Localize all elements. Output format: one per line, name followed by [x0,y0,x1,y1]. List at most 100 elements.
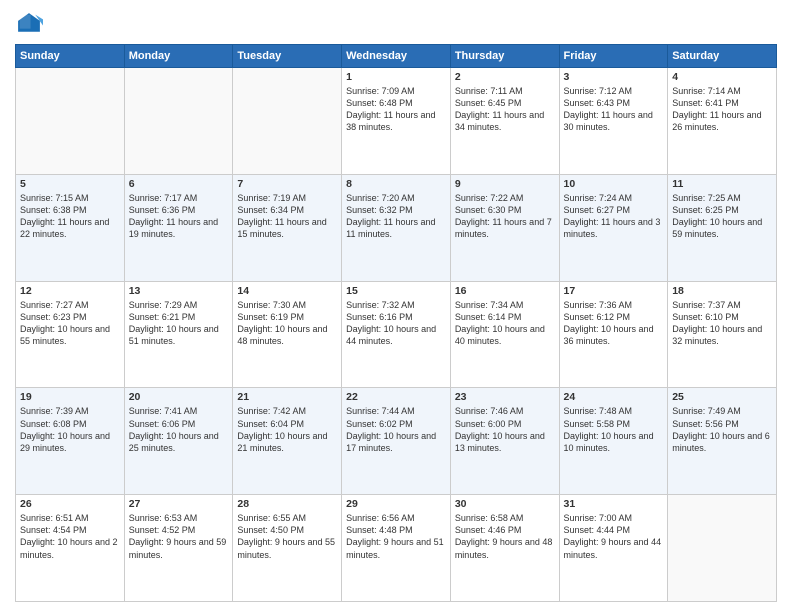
day-info: Sunrise: 7:29 AM Sunset: 6:21 PM Dayligh… [129,299,229,348]
day-info: Sunrise: 7:39 AM Sunset: 6:08 PM Dayligh… [20,405,120,454]
day-number: 4 [672,71,772,83]
calendar-cell: 29 Sunrise: 6:56 AM Sunset: 4:48 PM Dayli… [342,495,451,602]
calendar-cell: 10 Sunrise: 7:24 AM Sunset: 6:27 PM Dayli… [559,174,668,281]
day-of-week-header: Friday [559,45,668,68]
day-info: Sunrise: 7:24 AM Sunset: 6:27 PM Dayligh… [564,192,664,241]
page: SundayMondayTuesdayWednesdayThursdayFrid… [0,0,792,612]
day-number: 17 [564,285,664,297]
day-number: 10 [564,178,664,190]
day-number: 13 [129,285,229,297]
day-number: 22 [346,391,446,403]
day-number: 31 [564,498,664,510]
day-number: 9 [455,178,555,190]
day-number: 6 [129,178,229,190]
calendar-cell: 6 Sunrise: 7:17 AM Sunset: 6:36 PM Daylig… [124,174,233,281]
day-info: Sunrise: 7:09 AM Sunset: 6:48 PM Dayligh… [346,85,446,134]
day-info: Sunrise: 7:15 AM Sunset: 6:38 PM Dayligh… [20,192,120,241]
day-info: Sunrise: 7:32 AM Sunset: 6:16 PM Dayligh… [346,299,446,348]
calendar-cell: 11Sunrise: 7:25 AM Sunset: 6:25 PM Dayli… [668,174,777,281]
calendar-cell: 28Sunrise: 6:55 AM Sunset: 4:50 PM Dayli… [233,495,342,602]
day-number: 16 [455,285,555,297]
calendar-cell: 17 Sunrise: 7:36 AM Sunset: 6:12 PM Dayli… [559,281,668,388]
day-number: 12 [20,285,120,297]
calendar-cell [16,68,125,175]
day-info: Sunrise: 7:22 AM Sunset: 6:30 PM Dayligh… [455,192,555,241]
calendar-cell [233,68,342,175]
calendar-cell: 3Sunrise: 7:12 AM Sunset: 6:43 PM Daylig… [559,68,668,175]
calendar-cell: 25Sunrise: 7:49 AM Sunset: 5:56 PM Dayli… [668,388,777,495]
day-number: 1 [346,71,446,83]
calendar-week-row: 19 Sunrise: 7:39 AM Sunset: 6:08 PM Dayli… [16,388,777,495]
day-number: 23 [455,391,555,403]
day-number: 30 [455,498,555,510]
day-of-week-header: Monday [124,45,233,68]
day-info: Sunrise: 6:53 AM Sunset: 4:52 PM Dayligh… [129,512,229,561]
day-of-week-header: Thursday [450,45,559,68]
calendar-cell: 8 Sunrise: 7:20 AM Sunset: 6:32 PM Daylig… [342,174,451,281]
calendar-cell: 5Sunrise: 7:15 AM Sunset: 6:38 PM Daylig… [16,174,125,281]
calendar-week-row: 12 Sunrise: 7:27 AM Sunset: 6:23 PM Dayli… [16,281,777,388]
calendar-cell: 30 Sunrise: 6:58 AM Sunset: 4:46 PM Dayli… [450,495,559,602]
day-info: Sunrise: 6:56 AM Sunset: 4:48 PM Dayligh… [346,512,446,561]
calendar-cell: 7Sunrise: 7:19 AM Sunset: 6:34 PM Daylig… [233,174,342,281]
calendar-cell: 23 Sunrise: 7:46 AM Sunset: 6:00 PM Dayli… [450,388,559,495]
day-of-week-header: Wednesday [342,45,451,68]
day-info: Sunrise: 6:58 AM Sunset: 4:46 PM Dayligh… [455,512,555,561]
day-of-week-header: Sunday [16,45,125,68]
calendar-cell: 21Sunrise: 7:42 AM Sunset: 6:04 PM Dayli… [233,388,342,495]
calendar-cell: 18Sunrise: 7:37 AM Sunset: 6:10 PM Dayli… [668,281,777,388]
calendar-cell: 27Sunrise: 6:53 AM Sunset: 4:52 PM Dayli… [124,495,233,602]
logo [15,10,47,38]
calendar-cell: 14 Sunrise: 7:30 AM Sunset: 6:19 PM Dayli… [233,281,342,388]
calendar-cell: 31 Sunrise: 7:00 AM Sunset: 4:44 PM Dayli… [559,495,668,602]
day-info: Sunrise: 7:36 AM Sunset: 6:12 PM Dayligh… [564,299,664,348]
logo-icon [15,10,43,38]
day-number: 18 [672,285,772,297]
calendar-cell: 9 Sunrise: 7:22 AM Sunset: 6:30 PM Daylig… [450,174,559,281]
calendar-cell: 2 Sunrise: 7:11 AM Sunset: 6:45 PM Daylig… [450,68,559,175]
day-info: Sunrise: 7:00 AM Sunset: 4:44 PM Dayligh… [564,512,664,561]
day-info: Sunrise: 7:20 AM Sunset: 6:32 PM Dayligh… [346,192,446,241]
day-number: 20 [129,391,229,403]
day-info: Sunrise: 7:44 AM Sunset: 6:02 PM Dayligh… [346,405,446,454]
day-info: Sunrise: 7:30 AM Sunset: 6:19 PM Dayligh… [237,299,337,348]
day-number: 19 [20,391,120,403]
day-number: 24 [564,391,664,403]
day-info: Sunrise: 7:14 AM Sunset: 6:41 PM Dayligh… [672,85,772,134]
day-number: 15 [346,285,446,297]
calendar-week-row: 26 Sunrise: 6:51 AM Sunset: 4:54 PM Dayli… [16,495,777,602]
calendar-cell: 26 Sunrise: 6:51 AM Sunset: 4:54 PM Dayli… [16,495,125,602]
day-info: Sunrise: 6:55 AM Sunset: 4:50 PM Dayligh… [237,512,337,561]
calendar-cell: 15 Sunrise: 7:32 AM Sunset: 6:16 PM Dayli… [342,281,451,388]
day-info: Sunrise: 7:27 AM Sunset: 6:23 PM Dayligh… [20,299,120,348]
calendar-table: SundayMondayTuesdayWednesdayThursdayFrid… [15,44,777,602]
day-info: Sunrise: 7:17 AM Sunset: 6:36 PM Dayligh… [129,192,229,241]
day-of-week-header: Tuesday [233,45,342,68]
day-number: 14 [237,285,337,297]
day-info: Sunrise: 7:11 AM Sunset: 6:45 PM Dayligh… [455,85,555,134]
day-of-week-header: Saturday [668,45,777,68]
day-number: 29 [346,498,446,510]
day-number: 8 [346,178,446,190]
header [15,10,777,38]
calendar-cell: 13 Sunrise: 7:29 AM Sunset: 6:21 PM Dayli… [124,281,233,388]
day-info: Sunrise: 7:46 AM Sunset: 6:00 PM Dayligh… [455,405,555,454]
day-number: 2 [455,71,555,83]
day-info: Sunrise: 7:48 AM Sunset: 5:58 PM Dayligh… [564,405,664,454]
day-info: Sunrise: 7:34 AM Sunset: 6:14 PM Dayligh… [455,299,555,348]
calendar-cell [124,68,233,175]
day-info: Sunrise: 7:41 AM Sunset: 6:06 PM Dayligh… [129,405,229,454]
calendar-cell: 20 Sunrise: 7:41 AM Sunset: 6:06 PM Dayli… [124,388,233,495]
day-info: Sunrise: 6:51 AM Sunset: 4:54 PM Dayligh… [20,512,120,561]
calendar-cell: 4 Sunrise: 7:14 AM Sunset: 6:41 PM Daylig… [668,68,777,175]
day-info: Sunrise: 7:49 AM Sunset: 5:56 PM Dayligh… [672,405,772,454]
day-number: 21 [237,391,337,403]
calendar-cell: 24 Sunrise: 7:48 AM Sunset: 5:58 PM Dayli… [559,388,668,495]
calendar-cell: 1 Sunrise: 7:09 AM Sunset: 6:48 PM Daylig… [342,68,451,175]
calendar-cell: 16 Sunrise: 7:34 AM Sunset: 6:14 PM Dayli… [450,281,559,388]
days-header-row: SundayMondayTuesdayWednesdayThursdayFrid… [16,45,777,68]
day-number: 26 [20,498,120,510]
calendar-week-row: 5Sunrise: 7:15 AM Sunset: 6:38 PM Daylig… [16,174,777,281]
calendar-week-row: 1 Sunrise: 7:09 AM Sunset: 6:48 PM Daylig… [16,68,777,175]
day-info: Sunrise: 7:25 AM Sunset: 6:25 PM Dayligh… [672,192,772,241]
